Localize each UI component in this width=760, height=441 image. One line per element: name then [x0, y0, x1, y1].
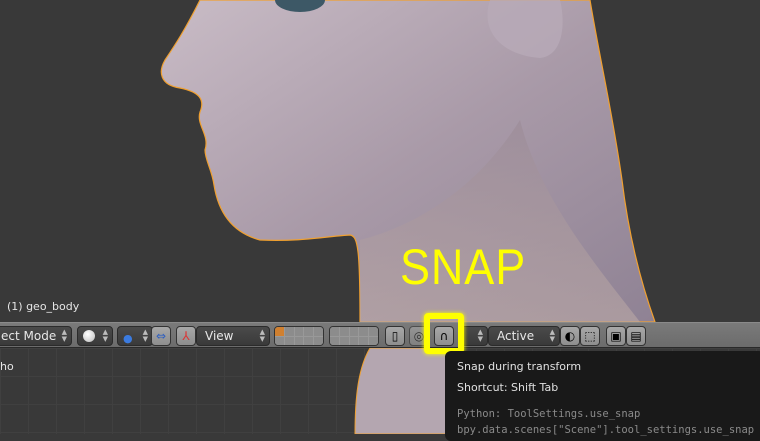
project-individual-icon[interactable]: ⬚ — [580, 326, 600, 346]
snap-target-label: Active — [497, 329, 535, 343]
object-name-label: (1) geo_body — [7, 300, 80, 313]
updown-icon: ▲ ▼ — [477, 328, 483, 343]
updown-icon: ▲ ▼ — [259, 328, 265, 343]
tooltip-title: Snap during transform — [457, 360, 582, 373]
lock-layers-icon[interactable]: ▯ — [385, 326, 405, 346]
mode-label: ect Mode — [1, 329, 57, 343]
snap-highlight-box — [424, 313, 464, 354]
opengl-render-icon[interactable]: ▣ — [606, 326, 626, 346]
tooltip-shortcut: Shortcut: Shift Tab — [457, 381, 559, 394]
tooltip: Snap during transform Shortcut: Shift Ta… — [445, 351, 760, 441]
orientation-label: View — [205, 329, 234, 343]
updown-icon: ▲ ▼ — [142, 328, 148, 343]
updown-icon: ▲ ▼ — [102, 328, 108, 343]
layers-grid-2[interactable] — [329, 326, 379, 346]
orientation-selector[interactable]: View ▲ ▼ — [196, 326, 270, 346]
snap-annotation: SNAP — [400, 239, 527, 295]
shading-selector[interactable]: ▲ ▼ — [77, 326, 113, 346]
manipulator-center-icon[interactable]: ⇔ — [151, 326, 171, 346]
align-rotation-icon[interactable]: ◐ — [560, 326, 580, 346]
pivot-selector[interactable]: ● ▲ ▼ — [117, 326, 153, 346]
viewport-header: ect Mode ▲ ▼ ▲ ▼ ● ▲ ▼ ⇔ ⅄ View ▲ ▼ ▯ ◎ ∩ ▲ ▼ Ac… — [0, 322, 760, 348]
transform-manipulator-icon[interactable]: ⅄ — [176, 326, 196, 346]
updown-icon: ▲ ▼ — [549, 328, 555, 343]
updown-icon: ▲ ▼ — [61, 328, 67, 343]
view-name-label: ho — [0, 360, 14, 373]
head-model — [160, 0, 656, 322]
pivot-icon: ● — [123, 332, 133, 345]
mode-selector[interactable]: ect Mode ▲ ▼ — [0, 326, 72, 346]
tooltip-python: Python: ToolSettings.use_snap — [457, 408, 641, 420]
snap-target-selector[interactable]: Active ▲ ▼ — [488, 326, 560, 346]
sphere-icon — [83, 330, 95, 342]
3d-viewport[interactable]: (1) geo_body SNAP — [0, 0, 760, 322]
render-animation-icon[interactable]: ▤ — [626, 326, 646, 346]
tooltip-path: bpy.data.scenes["Scene"].tool_settings.u… — [457, 424, 755, 436]
layers-grid-1[interactable] — [274, 326, 324, 346]
